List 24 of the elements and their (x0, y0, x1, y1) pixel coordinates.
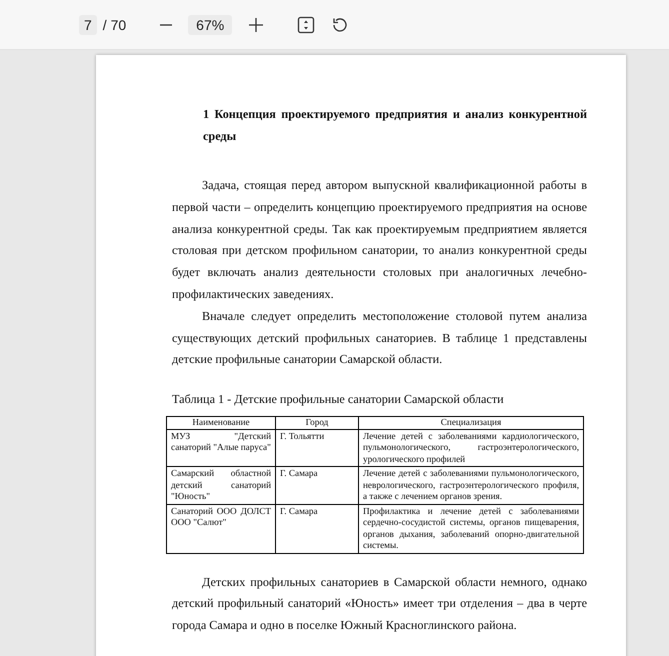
table-cell: Самарский областной детский санаторий "Юность" (166, 466, 276, 504)
section-heading: 1 Концепция проектируемого предприятия и анализ конкурентной среды (202, 106, 587, 145)
table-cell: Г. Самара (276, 466, 358, 504)
body-paragraph: Детских профильных санаториев в Самарской области немного, однако детский профильный санаторий «Юность» имеет три отделения – два в черте города Самара и одно в поселке Южный Красноглинского района. (172, 574, 587, 634)
page-count: / 70 (102, 16, 126, 32)
page-number-field[interactable]: 7 (79, 14, 97, 34)
table-cell: Лечение детей с заболеваниями кардиологического, пульмонологического, гастроэнтерологического, урологического профилей (358, 429, 584, 467)
body-paragraph: Задача, стоящая перед автором выпускной квалификационной работы в первой части – определить концепцию проектируемого предприятия на основе анализа конкурентной среды. Так как проектируемым предприятием является столовая при детском профильном санатории, то анализ конкурентной среды будет включать анализ деятельности столовых при аналогичных лечебно-профилактических заведениях. (172, 177, 587, 303)
rotate-icon (332, 16, 348, 32)
table-cell: Санаторий ООО ДОЛСТ ООО "Салют" (166, 504, 276, 554)
table-cell: МУЗ "Детский санаторий "Алые паруса" (166, 429, 276, 467)
table-cell: Профилактика и лечение детей с заболеваниями сердечно-сосудистой системы, органов пищеварения, органов дыхания, заболеваний опорно-двигательной системы. (358, 504, 584, 554)
column-header: Специализация (358, 416, 584, 430)
fit-to-page-icon (297, 16, 316, 34)
zoom-level-field[interactable]: 67% (188, 14, 232, 34)
table-cell: Г. Тольятти (276, 429, 358, 467)
column-header: Наименование (166, 416, 276, 430)
column-header: Город (276, 416, 358, 430)
plus-icon (248, 16, 264, 32)
minus-icon (159, 24, 174, 26)
table-cell: Г. Самара (276, 504, 358, 554)
table-cell: Лечение детей с заболеваниями пульмонологического, неврологического, гастроэнтерологического профиля, а также с лечением органов зрения. (358, 466, 584, 504)
table-caption: Таблица 1 - Детские профильные санатории Самарской области (172, 391, 505, 408)
body-paragraph: Вначале следует определить местоположение столовой путем анализа существующих детский профильных санаториев. В таблице 1 представлены детские профильные санатории Самарской области. (172, 308, 587, 368)
